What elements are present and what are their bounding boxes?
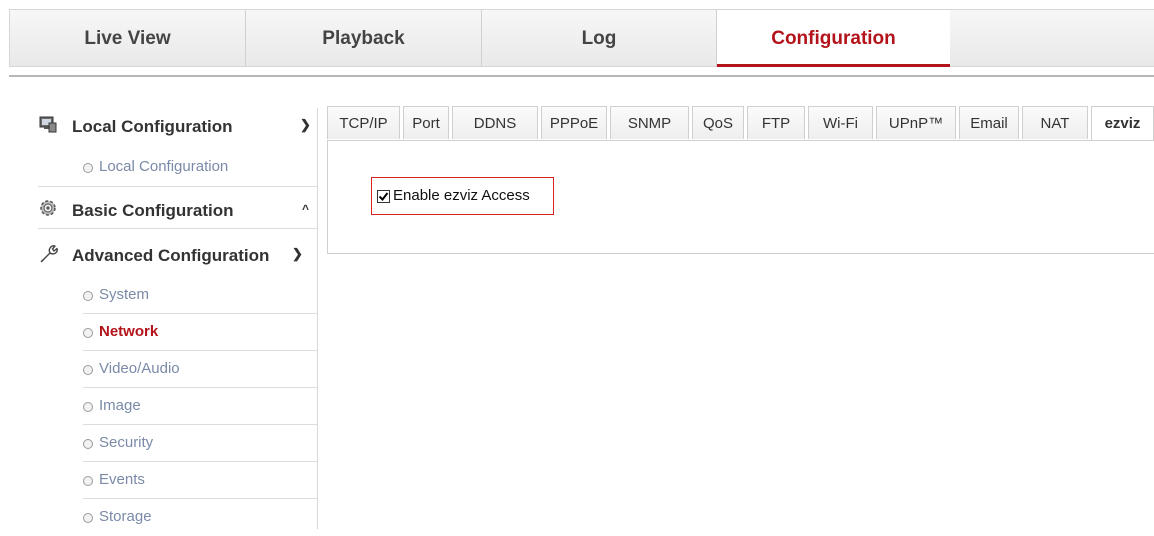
tab-snmp[interactable]: SNMP [610,106,689,139]
network-sub-tabs: TCP/IP Port DDNS PPPoE SNMP QoS FTP Wi-F… [327,106,1154,141]
divider [83,313,318,314]
sidebar-section-basic-configuration[interactable]: Basic Configuration ^ [38,192,318,228]
tab-port[interactable]: Port [403,106,449,139]
sidebar-section-advanced-configuration[interactable]: Advanced Configuration ❯ [38,237,318,273]
sidebar-item-label: Image [99,397,141,414]
divider [83,498,318,499]
divider [83,461,318,462]
tab-tcp-ip[interactable]: TCP/IP [327,106,400,139]
tab-email[interactable]: Email [959,106,1019,139]
tab-ftp[interactable]: FTP [747,106,805,139]
tab-playback[interactable]: Playback [246,10,482,66]
highlight-box: Enable ezviz Access [371,177,554,215]
divider [83,350,318,351]
bullet-icon [83,291,93,301]
tab-live-view[interactable]: Live View [10,10,246,66]
sidebar-item-label: Storage [99,508,152,525]
sidebar-item-system[interactable]: System [83,278,318,314]
sidebar-section-label: Basic Configuration [72,201,234,220]
sidebar-item-label: Events [99,471,145,488]
sidebar-item-label: Security [99,434,154,451]
top-navigation: Live View Playback Log Configuration [9,9,1154,67]
sidebar-section-label: Local Configuration [72,117,233,136]
top-divider [9,75,1154,77]
bullet-icon [83,513,93,523]
tab-upnp[interactable]: UPnP™ [876,106,956,139]
sidebar-item-label: Local Configuration [99,158,229,175]
divider [38,186,318,187]
bullet-icon [83,476,93,486]
bullet-icon [83,439,93,449]
enable-ezviz-checkbox[interactable] [377,190,390,203]
sidebar-item-storage[interactable]: Storage [83,500,318,536]
tab-qos[interactable]: QoS [692,106,744,139]
tab-pppoe[interactable]: PPPoE [541,106,607,139]
checkmark-icon [378,192,389,202]
chevron-down-icon: ❯ [292,246,303,261]
chevron-up-icon: ^ [302,202,310,216]
enable-ezviz-label[interactable]: Enable ezviz Access [393,187,530,204]
tab-ezviz[interactable]: ezviz [1091,106,1154,141]
sidebar-item-network[interactable]: Network [83,315,318,351]
tab-configuration[interactable]: Configuration [717,10,950,67]
monitor-icon [38,114,58,134]
ezviz-settings-panel: Enable ezviz Access [327,140,1154,254]
sidebar: Local Configuration ❯ Local Configuratio… [38,108,318,529]
settings-icon [38,198,58,218]
divider [83,387,318,388]
sidebar-item-security[interactable]: Security [83,426,318,462]
sidebar-item-events[interactable]: Events [83,463,318,499]
bullet-icon [83,328,93,338]
bullet-icon [83,402,93,412]
sidebar-item-local-configuration[interactable]: Local Configuration [83,150,318,186]
tab-ddns[interactable]: DDNS [452,106,538,139]
tab-nat[interactable]: NAT [1022,106,1088,139]
sidebar-item-label: Video/Audio [99,360,180,377]
sidebar-item-label: System [99,286,150,303]
tab-log[interactable]: Log [482,10,717,66]
chevron-down-icon: ❯ [300,117,311,132]
wrench-icon [38,243,58,263]
tab-wi-fi[interactable]: Wi-Fi [808,106,873,139]
sidebar-section-local-configuration[interactable]: Local Configuration ❯ [38,108,318,144]
bullet-icon [83,163,93,173]
sidebar-item-label: Network [99,323,159,340]
divider [38,228,318,229]
sidebar-section-label: Advanced Configuration [72,246,270,265]
divider [83,424,318,425]
bullet-icon [83,365,93,375]
sidebar-item-video-audio[interactable]: Video/Audio [83,352,318,388]
sidebar-item-image[interactable]: Image [83,389,318,425]
